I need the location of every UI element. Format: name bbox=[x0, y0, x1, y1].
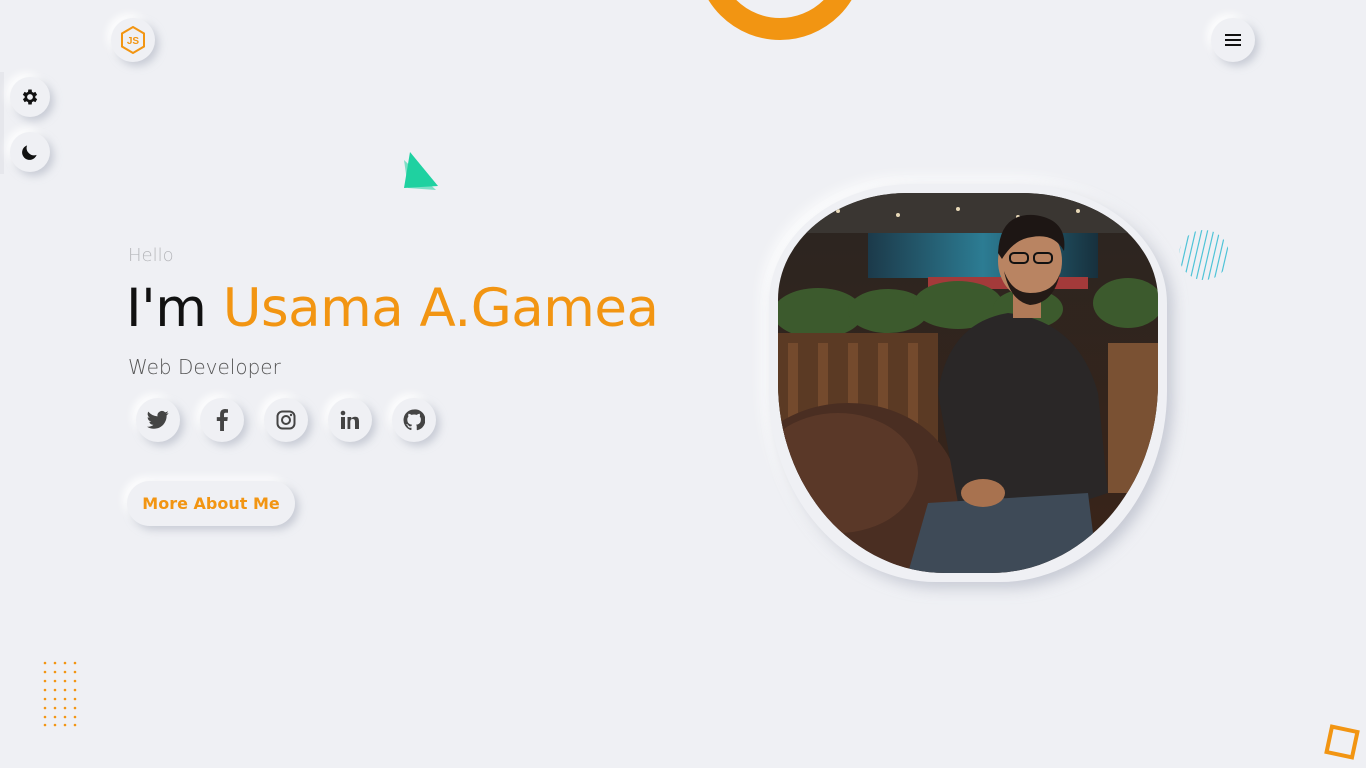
facebook-icon bbox=[216, 409, 228, 431]
linkedin-icon bbox=[340, 410, 359, 429]
instagram-icon bbox=[276, 410, 296, 430]
settings-button[interactable] bbox=[10, 77, 50, 117]
site-logo[interactable]: JS bbox=[111, 18, 155, 62]
portfolio-page: JS Hello I'm Usama A.Gamea Web Developer bbox=[0, 0, 1366, 768]
role-text: Web Developer bbox=[128, 355, 281, 379]
intro-text: I'm bbox=[126, 278, 223, 339]
person-name: Usama A.Gamea bbox=[222, 278, 659, 339]
github-link[interactable] bbox=[392, 398, 436, 442]
side-panel-edge bbox=[0, 72, 4, 174]
profile-photo-frame bbox=[769, 184, 1167, 582]
svg-text:JS: JS bbox=[127, 36, 140, 47]
striped-circle-decoration bbox=[1179, 230, 1229, 280]
github-icon bbox=[403, 409, 425, 431]
menu-button[interactable] bbox=[1211, 18, 1255, 62]
twitter-icon bbox=[147, 410, 169, 429]
hero-headline: I'm Usama A.Gamea bbox=[126, 278, 659, 339]
greeting-text: Hello bbox=[128, 245, 174, 266]
profile-photo bbox=[778, 193, 1158, 573]
more-about-me-button[interactable]: More About Me bbox=[127, 481, 295, 526]
theme-toggle-button[interactable] bbox=[10, 132, 50, 172]
triangle-decoration bbox=[404, 152, 438, 190]
facebook-link[interactable] bbox=[200, 398, 244, 442]
social-links bbox=[136, 398, 436, 442]
moon-icon bbox=[22, 145, 37, 160]
gear-icon bbox=[22, 89, 38, 105]
twitter-link[interactable] bbox=[136, 398, 180, 442]
nodejs-hexagon-icon: JS bbox=[121, 26, 145, 54]
square-outline-decoration bbox=[1324, 724, 1360, 760]
instagram-link[interactable] bbox=[264, 398, 308, 442]
dot-grid-decoration bbox=[43, 661, 77, 727]
orange-ring-decoration bbox=[696, 0, 864, 40]
hamburger-icon bbox=[1225, 34, 1241, 46]
linkedin-link[interactable] bbox=[328, 398, 372, 442]
